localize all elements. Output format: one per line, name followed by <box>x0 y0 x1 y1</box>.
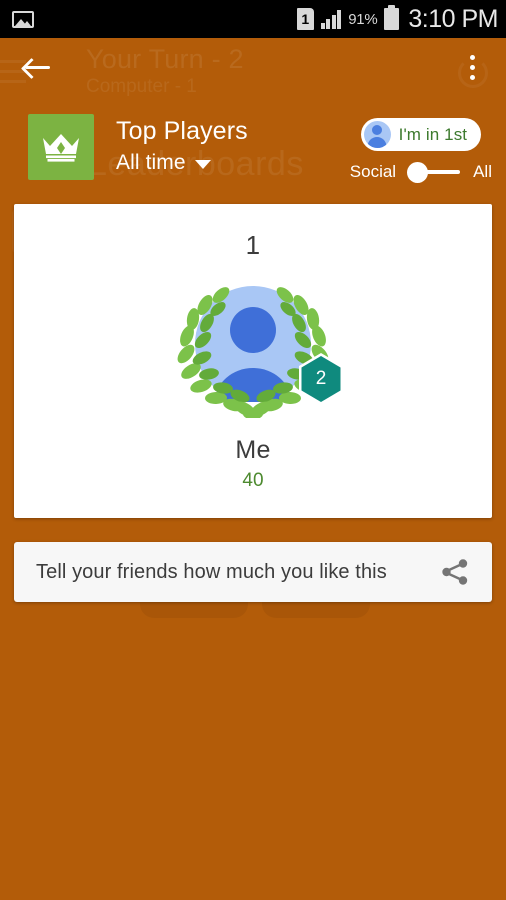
player-avatar-with-wreath: 2 <box>165 278 343 418</box>
share-card[interactable]: Tell your friends how much you like this <box>14 542 492 602</box>
avatar <box>363 121 391 148</box>
leaderboard-header-right: I'm in 1st Social All <box>349 114 492 183</box>
level-badge: 2 <box>297 352 345 406</box>
scope-label-all: All <box>473 162 492 181</box>
back-arrow-icon <box>23 57 51 77</box>
overflow-dot <box>469 54 475 60</box>
page-title: Top Players <box>116 117 248 145</box>
share-label: Tell your friends how much you like this <box>36 560 387 583</box>
battery-percent-label: 91% <box>348 10 378 28</box>
app-bar <box>0 38 506 96</box>
scope-label-social: Social <box>349 162 397 181</box>
level-badge-label: 2 <box>315 368 327 389</box>
scope-toggle-switch[interactable] <box>407 161 462 183</box>
overflow-dot <box>469 64 475 70</box>
period-label: All time <box>116 151 186 174</box>
scope-toggle-row: Social All <box>349 161 492 183</box>
my-rank-label: I'm in 1st <box>398 124 468 144</box>
player-name: Me <box>235 436 271 464</box>
leaderboard-title-group: Top Players All time <box>116 114 248 175</box>
crown-icon <box>41 132 81 162</box>
clock-label: 3:10 PM <box>408 4 498 33</box>
status-bar: 1 91% 3:10 PM <box>0 0 506 38</box>
chevron-down-icon <box>194 160 211 169</box>
switch-knob[interactable] <box>407 161 429 183</box>
overflow-dot <box>469 74 475 80</box>
period-selector[interactable]: All time <box>116 151 248 175</box>
status-bar-right: 1 91% 3:10 PM <box>296 4 498 34</box>
status-bar-left <box>12 10 34 28</box>
leaderboard-icon-tile <box>28 114 94 180</box>
battery-icon <box>384 5 400 30</box>
photo-icon <box>12 10 34 28</box>
player-score: 40 <box>242 470 264 491</box>
top-player-card[interactable]: 1 2 Me 40 <box>14 204 492 518</box>
signal-icon <box>320 9 342 29</box>
back-button[interactable] <box>14 44 60 90</box>
leaderboard-header: Top Players All time I'm in 1st Social A… <box>0 96 506 183</box>
share-icon[interactable] <box>440 557 470 587</box>
sim-card-icon: 1 <box>296 8 314 30</box>
my-rank-chip[interactable]: I'm in 1st <box>360 118 482 151</box>
player-rank: 1 <box>245 230 261 260</box>
overflow-menu-button[interactable] <box>452 44 492 90</box>
